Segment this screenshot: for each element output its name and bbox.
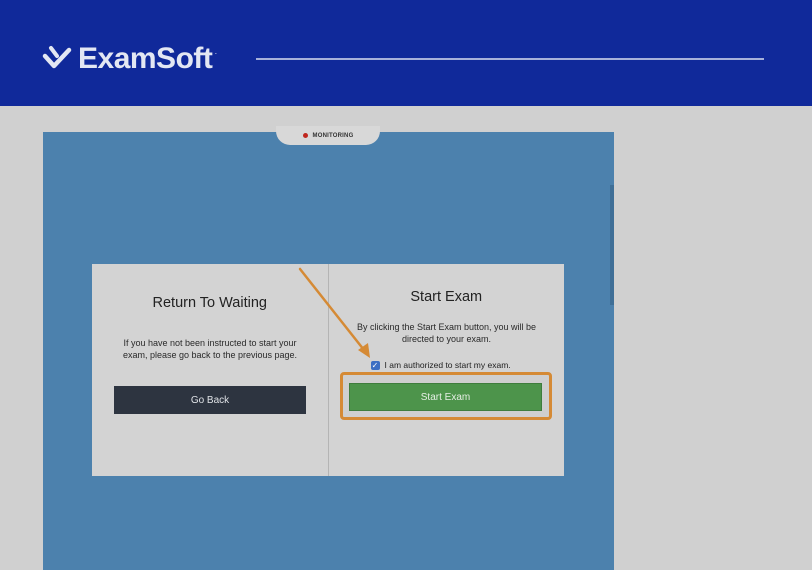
- return-title: Return To Waiting: [152, 295, 267, 311]
- header-divider: [256, 58, 764, 60]
- logo-text: ExamSoft: [78, 42, 213, 75]
- return-text: If you have not been instructed to start…: [122, 338, 298, 360]
- go-back-button[interactable]: Go Back: [114, 386, 306, 414]
- start-text: By clicking the Start Exam button, you w…: [356, 322, 537, 344]
- examsoft-logo: ExamSoft ·: [42, 42, 217, 76]
- monitoring-label: MONITORING: [312, 132, 354, 139]
- stage-scrollbar[interactable]: [610, 185, 614, 305]
- recording-dot-icon: [302, 133, 308, 138]
- logo-trademark: ·: [214, 48, 218, 58]
- examsoft-logo-icon: [42, 46, 72, 69]
- authorization-checkbox[interactable]: ✓: [370, 360, 380, 370]
- authorization-label: I am authorized to start my exam.: [384, 360, 511, 370]
- authorization-checkbox-row[interactable]: ✓ I am authorized to start my exam.: [370, 360, 511, 370]
- return-to-waiting-panel: Return To Waiting If you have not been i…: [92, 264, 329, 476]
- monitoring-indicator: MONITORING: [276, 126, 380, 145]
- exam-start-card: Return To Waiting If you have not been i…: [92, 264, 564, 476]
- start-exam-button[interactable]: Start Exam: [349, 383, 542, 411]
- start-exam-panel: Start Exam By clicking the Start Exam bu…: [329, 264, 565, 476]
- header-bar: ExamSoft ·: [0, 0, 812, 106]
- start-title: Start Exam: [410, 289, 483, 305]
